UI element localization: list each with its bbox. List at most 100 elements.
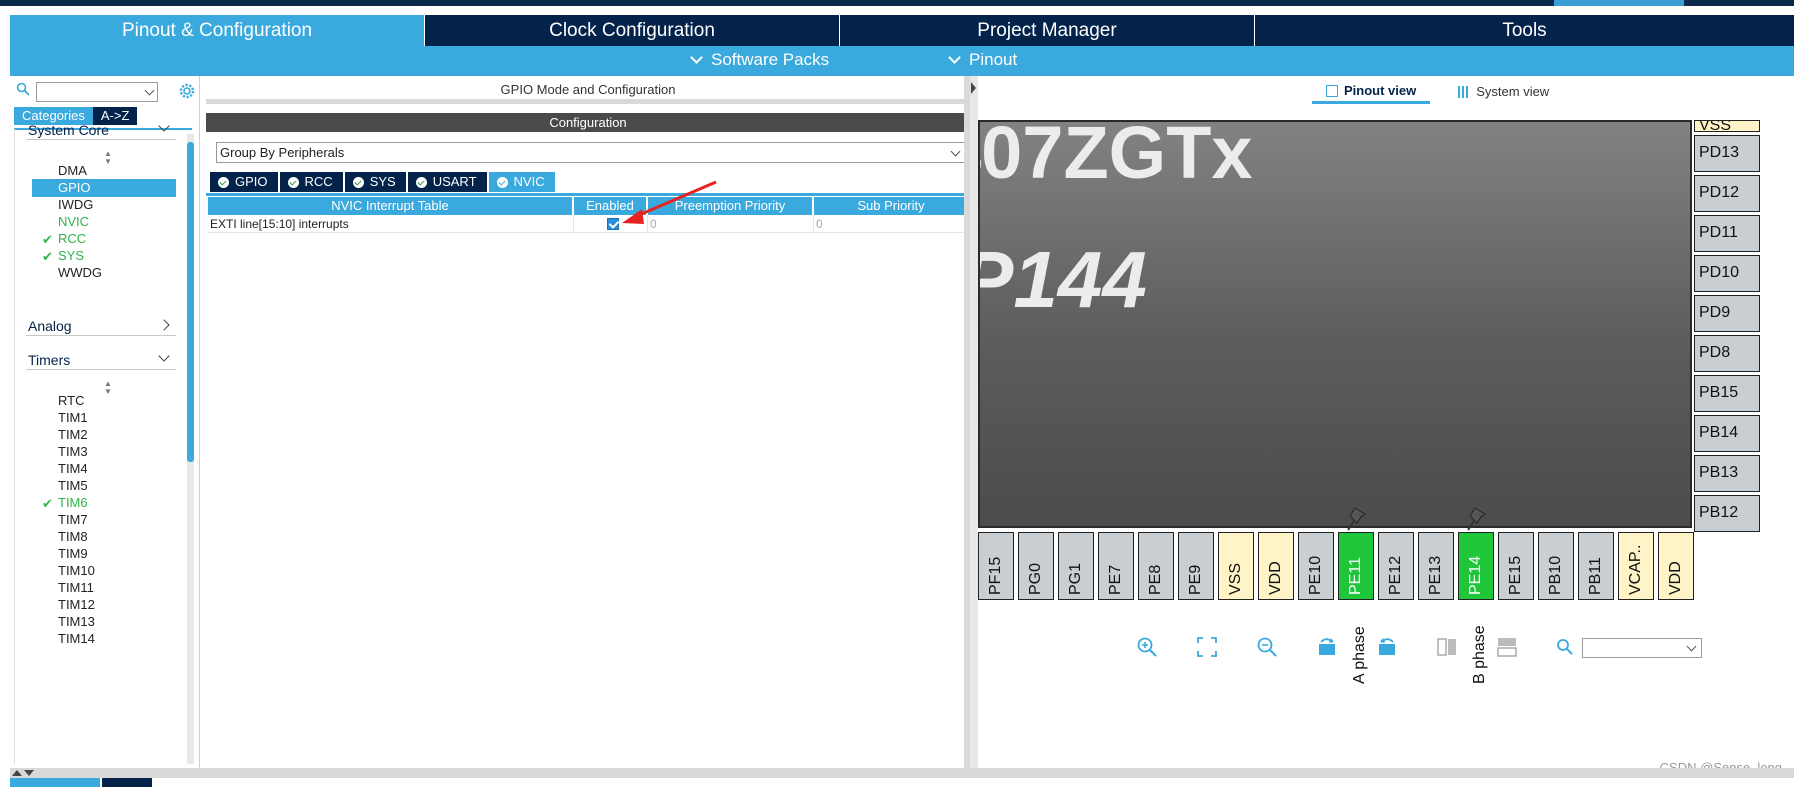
peripheral-rcc[interactable]: ✔ RCC: [32, 230, 176, 248]
main-tabs: Pinout & Configuration Clock Configurati…: [10, 15, 1794, 46]
pin-pb11[interactable]: PB11: [1578, 532, 1614, 600]
chevron-down-icon[interactable]: [144, 85, 155, 96]
rotate-right-icon[interactable]: [1316, 636, 1338, 658]
group-timers[interactable]: Timers: [26, 348, 176, 370]
peripheral-iwdg[interactable]: IWDG: [32, 196, 176, 214]
peripheral-wwdg[interactable]: WWDG: [32, 264, 176, 282]
peripheral-tim8[interactable]: TIM8: [32, 528, 176, 546]
category-scrollbar[interactable]: [187, 134, 194, 764]
peripheral-tim13[interactable]: TIM13: [32, 613, 176, 631]
pin-pe11[interactable]: PE11: [1338, 532, 1374, 600]
peripheral-tim5[interactable]: TIM5: [32, 477, 176, 495]
pin-pd10[interactable]: PD10: [1694, 255, 1760, 292]
pin-pb14[interactable]: PB14: [1694, 415, 1760, 452]
peripheral-tim4[interactable]: TIM4: [32, 460, 176, 478]
peripheral-tim7[interactable]: TIM7: [32, 511, 176, 529]
collapse-down-icon[interactable]: [24, 770, 34, 776]
bottom-tab-2[interactable]: [102, 778, 152, 787]
search-input[interactable]: [36, 82, 158, 102]
rotate-left-icon[interactable]: [1376, 636, 1398, 658]
config-tab-gpio[interactable]: GPIO: [210, 172, 278, 192]
pinout-menu[interactable]: Pinout: [948, 50, 1017, 70]
config-tab-usart[interactable]: USART: [407, 172, 487, 192]
pin-pd8[interactable]: PD8: [1694, 335, 1760, 372]
pin-vdd-2[interactable]: VDD: [1658, 532, 1694, 600]
pin-pe13[interactable]: PE13: [1418, 532, 1454, 600]
pin-pe14[interactable]: PE14: [1458, 532, 1494, 600]
peripheral-gpio[interactable]: GPIO: [32, 179, 176, 197]
enabled-checkbox[interactable]: [607, 218, 619, 230]
cell-interrupt-name: EXTI line[15:10] interrupts: [208, 215, 574, 232]
peripheral-tim10[interactable]: TIM10: [32, 562, 176, 580]
peripheral-tim14[interactable]: TIM14: [32, 630, 176, 648]
peripheral-tim9[interactable]: TIM9: [32, 545, 176, 563]
search-icon[interactable]: [1556, 638, 1574, 656]
pin-pe9[interactable]: PE9: [1178, 532, 1214, 600]
pin-pd11[interactable]: PD11: [1694, 215, 1760, 252]
bottom-splitter[interactable]: [10, 768, 1794, 778]
pin-pf15[interactable]: PF15: [978, 532, 1014, 600]
tab-project-manager[interactable]: Project Manager: [840, 15, 1255, 46]
pin-pb12[interactable]: PB12: [1694, 495, 1760, 532]
tab-pinout-configuration[interactable]: Pinout & Configuration: [10, 15, 425, 46]
split-horizontal-icon[interactable]: [1496, 636, 1518, 658]
pin-pg0[interactable]: PG0: [1018, 532, 1054, 600]
zoom-in-icon[interactable]: [1136, 636, 1158, 658]
pin-pb13[interactable]: PB13: [1694, 455, 1760, 492]
pin-vss[interactable]: VSS: [1218, 532, 1254, 600]
pin-pd12[interactable]: PD12: [1694, 175, 1760, 212]
config-tab-label: RCC: [304, 174, 333, 189]
tab-tools[interactable]: Tools: [1255, 15, 1794, 46]
tab-clock-configuration[interactable]: Clock Configuration: [425, 15, 840, 46]
peripheral-tim6[interactable]: ✔ TIM6: [32, 494, 176, 512]
zoom-out-icon[interactable]: [1256, 636, 1278, 658]
tab-system-view[interactable]: System view: [1444, 80, 1563, 104]
pin-pd9[interactable]: PD9: [1694, 295, 1760, 332]
table-row[interactable]: EXTI line[15:10] interrupts 0 0: [208, 215, 968, 233]
view-tab-label: System view: [1476, 84, 1550, 99]
search-icon[interactable]: [16, 82, 30, 96]
table-header: NVIC Interrupt Table Enabled Preemption …: [208, 197, 968, 215]
config-tab-nvic[interactable]: NVIC: [488, 172, 555, 192]
pin-pb10[interactable]: PB10: [1538, 532, 1574, 600]
peripheral-tim1[interactable]: TIM1: [32, 409, 176, 427]
tab-pinout-view[interactable]: Pinout view: [1312, 80, 1431, 104]
group-system-core[interactable]: System Core: [26, 118, 176, 140]
scrollbar-thumb[interactable]: [187, 142, 194, 462]
peripheral-tim3[interactable]: TIM3: [32, 443, 176, 461]
collapse-handle[interactable]: [970, 76, 978, 768]
peripheral-sys[interactable]: ✔ SYS: [32, 247, 176, 265]
software-packs-menu[interactable]: Software Packs: [690, 50, 829, 70]
gear-icon[interactable]: [178, 82, 196, 100]
col-header-interrupt[interactable]: NVIC Interrupt Table: [208, 197, 574, 215]
pin-pd13[interactable]: PD13: [1694, 135, 1760, 172]
pin-pe8[interactable]: PE8: [1138, 532, 1174, 600]
peripheral-tim12[interactable]: TIM12: [32, 596, 176, 614]
peripheral-nvic[interactable]: NVIC: [32, 213, 176, 231]
peripheral-rtc[interactable]: RTC: [32, 392, 176, 410]
config-tab-sys[interactable]: SYS: [344, 172, 406, 192]
pin-vss-right[interactable]: VSS: [1694, 120, 1760, 132]
fit-icon[interactable]: [1196, 636, 1218, 658]
pin-pe12[interactable]: PE12: [1378, 532, 1414, 600]
peripheral-tim11[interactable]: TIM11: [32, 579, 176, 597]
pin-pe10[interactable]: PE10: [1298, 532, 1334, 600]
pin-vcap[interactable]: VCAP..: [1618, 532, 1654, 600]
col-header-sub-priority[interactable]: Sub Priority: [814, 197, 968, 215]
peripheral-dma[interactable]: DMA: [32, 162, 176, 180]
pin-vdd[interactable]: VDD: [1258, 532, 1294, 600]
expand-up-icon[interactable]: [12, 770, 22, 776]
peripheral-tim2[interactable]: TIM2: [32, 426, 176, 444]
config-tab-rcc[interactable]: RCC: [279, 172, 343, 192]
pin-pe15[interactable]: PE15: [1498, 532, 1534, 600]
split-vertical-icon[interactable]: [1436, 636, 1458, 658]
pin-pe7[interactable]: PE7: [1098, 532, 1134, 600]
pin-pb15[interactable]: PB15: [1694, 375, 1760, 412]
zoom-select[interactable]: [1582, 638, 1702, 658]
pin-pg1[interactable]: PG1: [1058, 532, 1094, 600]
cell-sub-priority[interactable]: 0: [814, 215, 968, 232]
top-strip-button[interactable]: [1554, 0, 1684, 6]
group-analog[interactable]: Analog: [26, 314, 176, 336]
group-by-select[interactable]: Group By Peripherals: [216, 142, 966, 163]
bottom-tab-1[interactable]: [10, 778, 100, 787]
